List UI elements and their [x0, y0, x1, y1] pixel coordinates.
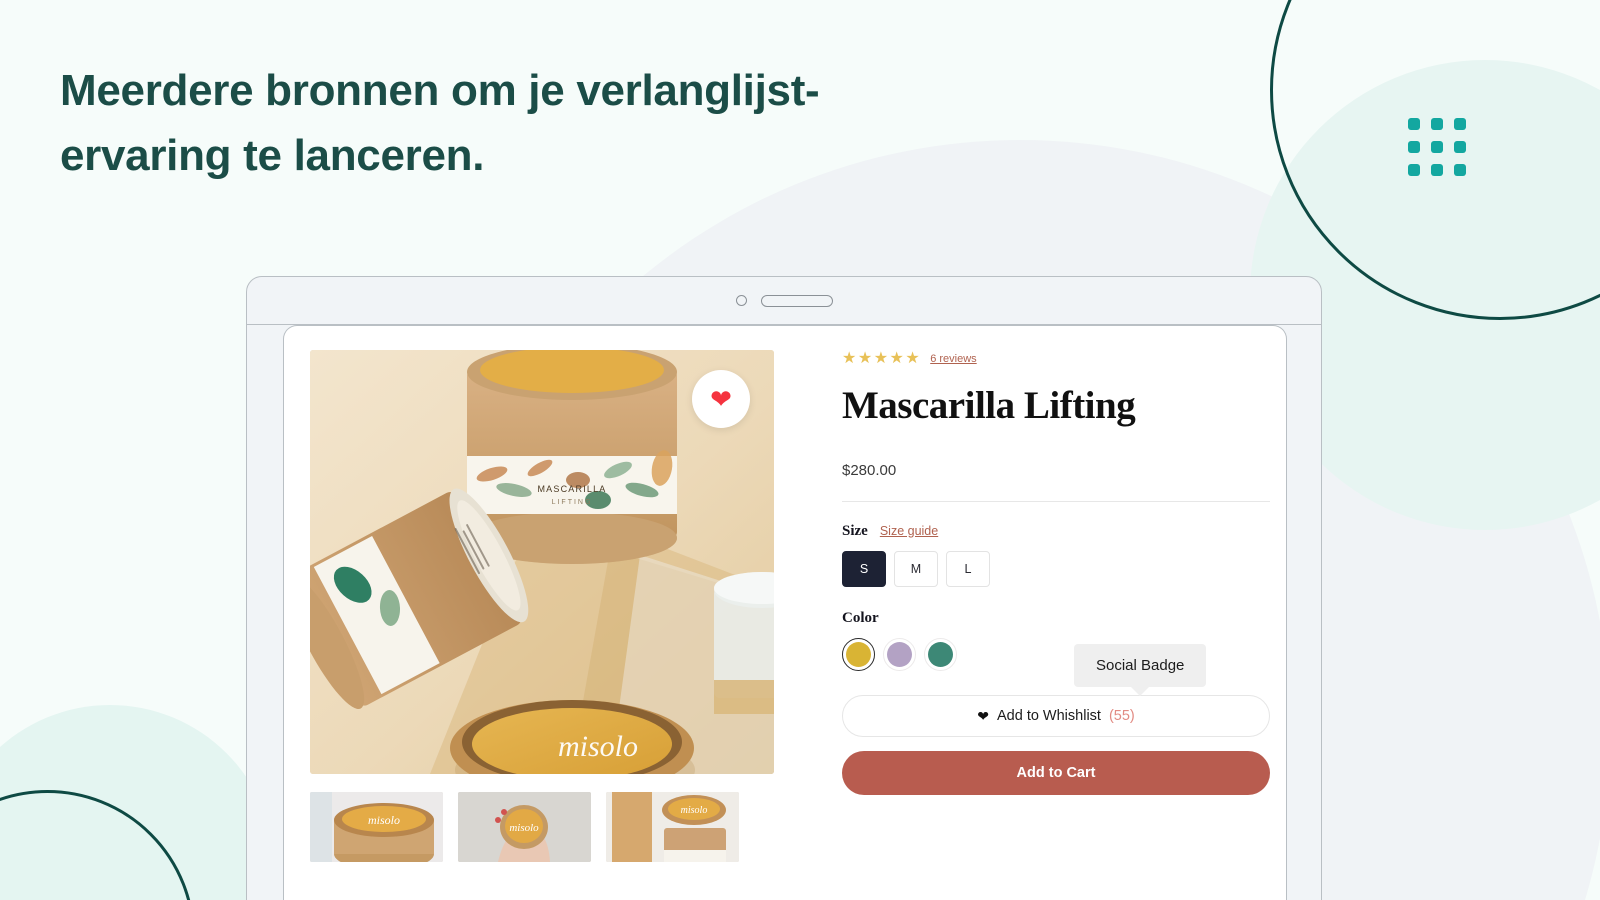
- page-headline: Meerdere bronnen om je verlanglijst- erv…: [60, 58, 960, 188]
- product-hero-image[interactable]: MASCARILLA LIFTING misolo ❤: [310, 350, 774, 774]
- add-to-cart-button[interactable]: Add to Cart: [842, 750, 1270, 795]
- dot-grid-decoration: [1408, 118, 1466, 176]
- headline-line-1: Meerdere bronnen om je verlanglijst-: [60, 66, 820, 115]
- color-swatch-teal[interactable]: [924, 637, 957, 671]
- heart-icon: ❤: [710, 384, 732, 414]
- color-label: Color: [842, 609, 879, 626]
- laptop-screen: MASCARILLA LIFTING misolo ❤ misolo misol…: [283, 325, 1287, 900]
- star-rating-icon: ★★★★★: [842, 350, 922, 367]
- headline-line-2: ervaring te lanceren.: [60, 131, 485, 181]
- add-to-wishlist-label: Add to Whishlist: [996, 707, 1101, 724]
- favorite-heart-button[interactable]: ❤: [692, 370, 750, 428]
- thumbnail-artwork: misolo: [310, 792, 443, 862]
- product-title: Mascarilla Lifting: [842, 384, 1136, 427]
- size-guide-link[interactable]: Size guide: [880, 524, 938, 538]
- laptop-top-bezel: [247, 277, 1321, 325]
- size-option-s[interactable]: S: [842, 550, 886, 587]
- svg-text:LIFTING: LIFTING: [552, 499, 593, 506]
- color-swatch-gold[interactable]: [842, 637, 875, 671]
- laptop-mockup: MASCARILLA LIFTING misolo ❤ misolo misol…: [246, 276, 1322, 900]
- product-price: $280.00: [842, 461, 897, 479]
- size-option-m[interactable]: M: [894, 550, 938, 587]
- gallery-thumbnail-list: misolo misolo misolo: [310, 792, 774, 862]
- size-label: Size: [842, 522, 868, 539]
- camera-dot-icon: [735, 295, 747, 306]
- reviews-link[interactable]: 6 reviews: [930, 353, 976, 365]
- size-option-l[interactable]: L: [946, 550, 990, 587]
- product-gallery: MASCARILLA LIFTING misolo ❤ misolo misol…: [310, 350, 774, 862]
- gallery-thumbnail[interactable]: misolo: [458, 792, 591, 862]
- gallery-thumbnail[interactable]: misolo: [310, 792, 443, 862]
- svg-text:misolo: misolo: [368, 813, 400, 827]
- thumbnail-artwork: misolo: [606, 792, 739, 862]
- size-options: S M L: [842, 550, 1270, 587]
- svg-text:misolo: misolo: [509, 822, 539, 834]
- product-rating: ★★★★★ 6 reviews: [842, 350, 1270, 368]
- size-section-header: Size Size guide: [842, 523, 1270, 540]
- heart-icon: ❤: [977, 707, 989, 724]
- svg-text:misolo: misolo: [681, 805, 708, 816]
- section-divider: [842, 500, 1270, 502]
- color-swatch-lavender[interactable]: [883, 637, 916, 671]
- color-section-header: Color: [842, 609, 1270, 627]
- social-badge-tooltip: Social Badge: [1074, 644, 1207, 687]
- svg-text:MASCARILLA: MASCARILLA: [537, 484, 606, 494]
- gallery-thumbnail[interactable]: misolo: [606, 792, 739, 862]
- wishlist-count: (55): [1108, 707, 1135, 724]
- product-info-panel: ★★★★★ 6 reviews Mascarilla Lifting $280.…: [842, 350, 1270, 795]
- thumbnail-artwork: misolo: [458, 792, 591, 862]
- page-canvas: Meerdere bronnen om je verlanglijst- erv…: [0, 0, 1600, 900]
- speaker-pill-icon: [760, 294, 833, 307]
- svg-text:misolo: misolo: [558, 730, 638, 763]
- add-to-wishlist-button[interactable]: ❤ Add to Whishlist (55): [842, 694, 1270, 737]
